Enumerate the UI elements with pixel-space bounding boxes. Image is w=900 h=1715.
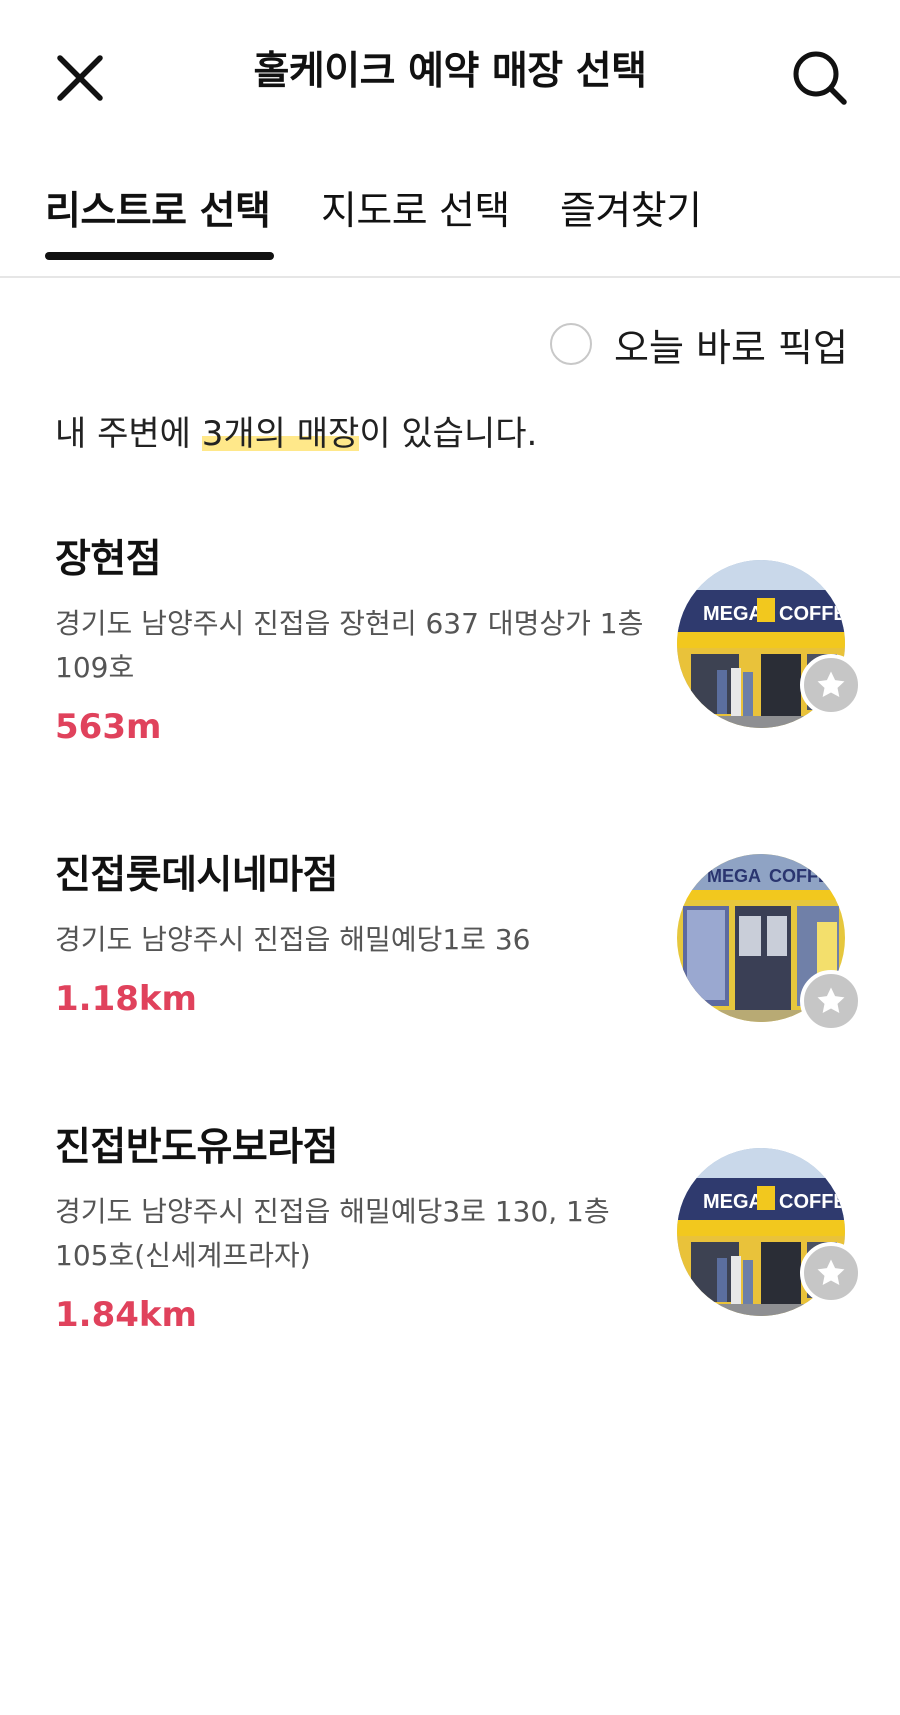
star-icon xyxy=(817,1259,845,1286)
store-distance: 563m xyxy=(55,707,162,747)
search-icon xyxy=(793,51,847,105)
active-tab-indicator xyxy=(45,252,274,260)
store-photo-sign-left: MEGA xyxy=(703,1191,763,1213)
store-name: 진접반도유보라점 xyxy=(55,1125,339,1170)
store-item[interactable]: 진접반도유보라점 경기도 남양주시 진접읍 해밀예당3로 130, 1층 105… xyxy=(0,1120,900,1340)
store-item[interactable]: 진접롯데시네마점 경기도 남양주시 진접읍 해밀예당1로 36 1.18km M… xyxy=(0,848,900,1038)
star-icon xyxy=(817,987,845,1014)
store-name: 장현점 xyxy=(55,537,162,582)
tab-list-select[interactable]: 리스트로 선택 xyxy=(45,182,271,242)
favorite-button[interactable] xyxy=(800,970,862,1032)
store-count-summary: 내 주변에 3개의 매장이 있습니다. xyxy=(55,406,537,462)
summary-suffix: 이 있습니다. xyxy=(359,414,538,454)
star-icon xyxy=(817,671,845,698)
favorite-button[interactable] xyxy=(800,1242,862,1304)
favorite-button[interactable] xyxy=(800,654,862,716)
store-distance: 1.18km xyxy=(55,979,197,1019)
summary-prefix: 내 주변에 xyxy=(55,414,202,454)
store-photo-sign-right: COFFEE xyxy=(779,603,845,625)
today-pickup-radio[interactable] xyxy=(550,323,592,365)
store-address: 경기도 남양주시 진접읍 장현리 637 대명상가 1층 109호 xyxy=(55,607,644,684)
store-photo-sign-left: MEGA xyxy=(703,603,763,625)
store-name: 진접롯데시네마점 xyxy=(55,853,339,898)
summary-highlight: 3개의 매장 xyxy=(201,414,360,454)
store-address: 경기도 남양주시 진접읍 해밀예당1로 36 xyxy=(55,923,531,956)
close-icon xyxy=(57,55,103,101)
store-photo-sign-left: MEGA xyxy=(707,866,761,886)
store-photo-sign-right: COFFEE xyxy=(769,866,842,886)
store-photo-sign-right: COFFEE xyxy=(779,1191,845,1213)
app-header: 홀케이크 예약 매장 선택 xyxy=(0,0,900,150)
tab-bar: 리스트로 선택 지도로 선택 즐겨찾기 xyxy=(0,170,900,278)
tab-map-select[interactable]: 지도로 선택 xyxy=(321,182,510,242)
store-item[interactable]: 장현점 경기도 남양주시 진접읍 장현리 637 대명상가 1층 109호 56… xyxy=(0,532,900,762)
tab-favorites[interactable]: 즐겨찾기 xyxy=(560,182,702,242)
today-pickup-toggle[interactable]: 오늘 바로 픽업 xyxy=(550,314,848,374)
store-distance: 1.84km xyxy=(55,1295,197,1335)
today-pickup-label: 오늘 바로 픽업 xyxy=(614,325,848,370)
search-button[interactable] xyxy=(786,44,854,112)
page-title: 홀케이크 예약 매장 선택 xyxy=(253,49,647,94)
close-button[interactable] xyxy=(46,44,114,112)
store-address: 경기도 남양주시 진접읍 해밀예당3로 130, 1층 105호(신세계프라자) xyxy=(55,1195,610,1272)
